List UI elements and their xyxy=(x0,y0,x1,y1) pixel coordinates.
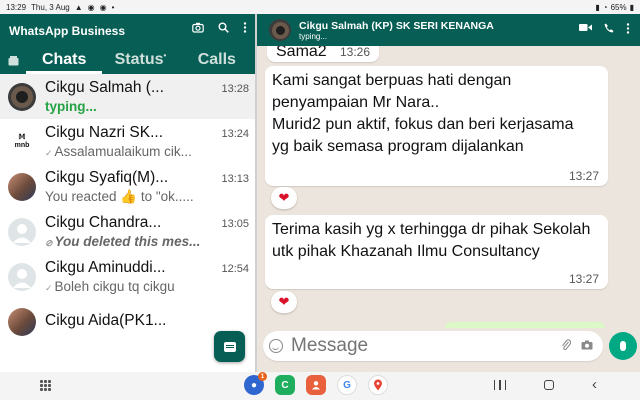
avatar: 𝕄 mnb xyxy=(8,127,36,156)
message-time: 13:27 xyxy=(568,272,599,286)
chat-list: Cikgu Salmah (... 13:28 typing... 𝕄 mnb … xyxy=(0,74,255,344)
messages-app-icon[interactable]: ● 1 xyxy=(244,372,267,395)
heart-reaction-icon[interactable]: ❤ xyxy=(271,187,297,209)
chat-time: 13:05 xyxy=(221,218,249,230)
chat-time: 13:24 xyxy=(221,128,249,140)
notification-badge: 1 xyxy=(258,372,267,381)
chat-time: 13:13 xyxy=(221,172,249,185)
whatsapp-business-icon[interactable]: C xyxy=(275,375,295,395)
deleted-icon: ⊘ xyxy=(45,238,53,248)
alert-icon: ▲ xyxy=(74,2,83,12)
home-button[interactable] xyxy=(544,380,554,390)
chat-preview: Assalamualaikum cik... xyxy=(54,144,192,159)
conversation-pane: Sama2 13:26 Cikgu Salmah (KP) SK SERI KE… xyxy=(257,14,640,372)
more-notifications-icon: • xyxy=(111,2,115,12)
clock: 13:29 xyxy=(6,2,27,12)
app-drawer-icon[interactable] xyxy=(40,380,51,391)
new-chat-button[interactable] xyxy=(214,331,245,362)
notification-icon: ◉ xyxy=(99,2,107,12)
new-chat-icon xyxy=(223,341,236,352)
message-time: 13:27 xyxy=(568,169,599,183)
chat-preview: You reacted 👍 to "ok..... xyxy=(45,188,194,204)
system-navigation-bar: ● 1 C G ‹ xyxy=(0,372,640,400)
default-avatar-icon xyxy=(8,262,36,291)
mic-icon xyxy=(620,341,626,351)
chat-row-salmah[interactable]: Cikgu Salmah (... 13:28 typing... xyxy=(0,74,255,119)
tab-chats[interactable]: Chats xyxy=(26,48,103,74)
contact-status: typing... xyxy=(299,31,328,41)
chat-row-nazri[interactable]: 𝕄 mnb Cikgu Nazri SK... 13:24 ✓ Assalamua… xyxy=(0,119,255,164)
attach-icon[interactable] xyxy=(561,338,572,354)
signal-icon: ▮ xyxy=(595,2,600,12)
whatsapp-notification-icon: ◉ xyxy=(87,2,95,12)
chat-name: Cikgu Salmah (... xyxy=(45,79,164,96)
google-app-icon[interactable]: G xyxy=(337,375,357,395)
chat-name: Cikgu Chandra... xyxy=(45,214,162,231)
chat-name: Cikgu Aminuddi... xyxy=(45,259,166,276)
message-composer xyxy=(263,331,603,361)
chat-preview: typing... xyxy=(45,99,97,114)
message-input[interactable] xyxy=(291,335,561,357)
tab-bar: Chats Status• Calls xyxy=(0,48,255,74)
contacts-app-icon[interactable] xyxy=(306,375,326,395)
heart-reaction-icon[interactable]: ❤ xyxy=(271,291,297,313)
status-bar: 13:29 Thu, 3 Aug ▲ ◉ ◉ • ▮ ◔ 65% ▮ xyxy=(0,0,640,14)
chat-preview: You deleted this mes... xyxy=(54,234,201,249)
chat-time: 12:54 xyxy=(221,263,249,275)
search-icon[interactable] xyxy=(218,22,229,36)
back-button[interactable]: ‹ xyxy=(592,376,597,394)
maps-app-icon[interactable] xyxy=(368,375,388,395)
chat-list-pane: WhatsApp Business Chats Status• Calls Ci… xyxy=(0,14,255,372)
avatar xyxy=(8,172,36,201)
chat-name: Cikgu Nazri SK... xyxy=(45,124,164,141)
date: Thu, 3 Aug xyxy=(31,2,70,12)
tab-calls[interactable]: Calls xyxy=(179,48,255,74)
chat-row-syafiq[interactable]: Cikgu Syafiq(M)... 13:13 You reacted 👍 t… xyxy=(0,164,255,209)
more-vert-icon[interactable] xyxy=(243,22,247,36)
recent-apps-button[interactable] xyxy=(494,380,506,390)
message-time: 13:26 xyxy=(339,45,370,59)
avatar xyxy=(8,82,36,111)
app-dock: ● 1 C G xyxy=(244,372,388,395)
app-title: WhatsApp Business xyxy=(9,24,126,38)
chat-name: Cikgu Syafiq(M)... xyxy=(45,168,169,186)
outgoing-message-edge xyxy=(445,322,605,328)
wifi-icon: ◔ xyxy=(602,2,608,12)
contact-name: Cikgu Salmah (KP) SK SERI KENANGA xyxy=(299,19,494,32)
message-bubble[interactable]: Terima kasih yg x terhingga dr pihak Sek… xyxy=(265,215,608,289)
video-call-icon[interactable] xyxy=(579,23,592,37)
default-avatar-icon xyxy=(8,217,36,246)
chat-row-chandra[interactable]: Cikgu Chandra... 13:05 ⊘ You deleted this… xyxy=(0,209,255,254)
voice-message-button[interactable] xyxy=(609,332,637,360)
message-bubble[interactable]: Kami sangat berpuas hati dengan penyampa… xyxy=(265,66,608,186)
app-bar: WhatsApp Business Chats Status• Calls xyxy=(0,14,255,74)
conversation-header[interactable]: Cikgu Salmah (KP) SK SERI KENANGA typing… xyxy=(257,14,640,46)
emoji-icon[interactable] xyxy=(269,339,283,353)
chat-time: 13:28 xyxy=(221,83,249,95)
battery-icon: ▮ xyxy=(629,2,634,12)
phone-icon[interactable] xyxy=(604,23,614,37)
tab-status[interactable]: Status• xyxy=(102,48,178,74)
message-text: Terima kasih yg x terhingga dr pihak Sek… xyxy=(272,221,591,260)
chat-name: Cikgu Aida(PK1... xyxy=(45,311,167,329)
avatar xyxy=(8,307,36,336)
camera-icon[interactable] xyxy=(192,22,204,36)
sent-tick-icon: ✓ xyxy=(45,283,53,293)
sent-tick-icon: ✓ xyxy=(45,148,53,158)
more-vert-icon[interactable] xyxy=(626,23,630,37)
community-icon[interactable] xyxy=(0,56,26,66)
chat-row-aminuddin[interactable]: Cikgu Aminuddi... 12:54 ✓ Boleh cikgu tq … xyxy=(0,254,255,299)
camera-icon[interactable] xyxy=(581,340,593,353)
battery-level: 65% xyxy=(610,2,627,12)
contact-avatar[interactable] xyxy=(269,19,291,41)
message-text: Kami sangat berpuas hati dengan penyampa… xyxy=(272,72,574,155)
logo-icon: 𝕄 xyxy=(18,133,26,141)
chat-preview: Boleh cikgu tq cikgu xyxy=(54,279,175,294)
